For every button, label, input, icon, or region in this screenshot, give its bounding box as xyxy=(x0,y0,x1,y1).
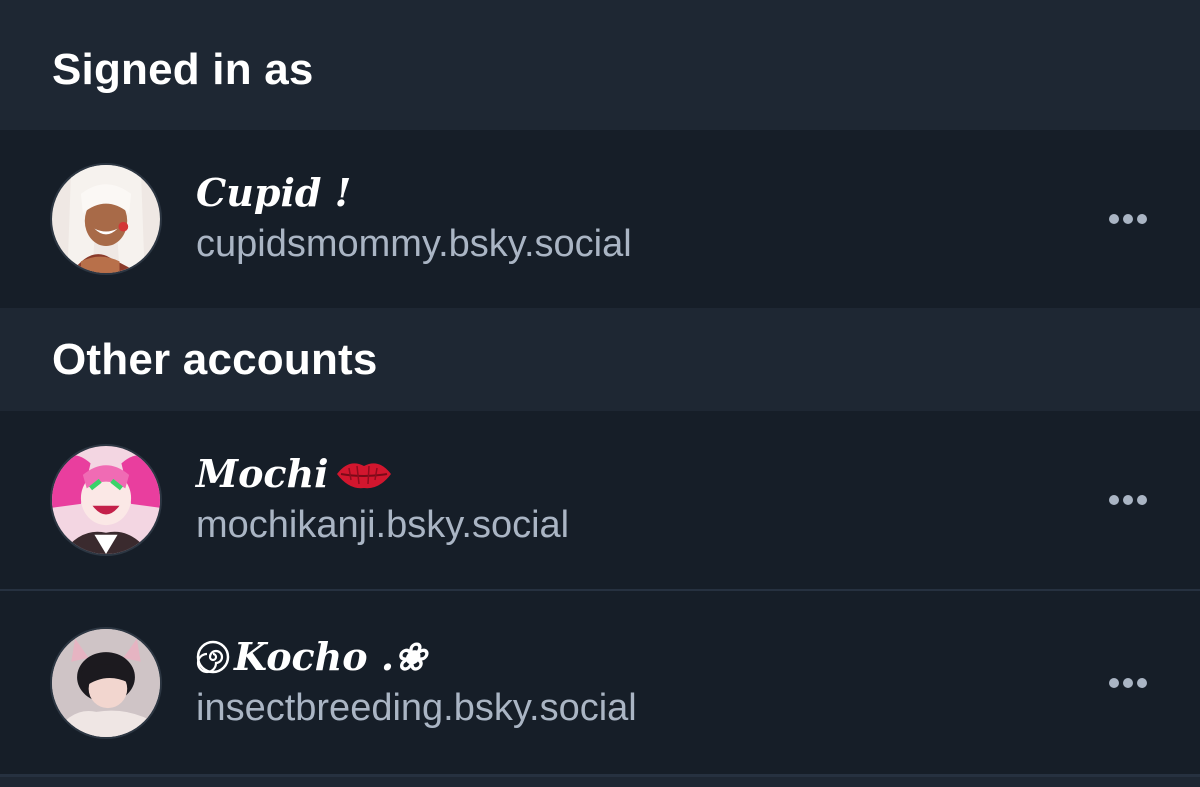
display-name: Kocho .❀ xyxy=(196,634,637,680)
more-options-button[interactable] xyxy=(1104,659,1152,707)
avatar-mochi-image xyxy=(52,446,160,554)
account-handle: cupidsmommy.bsky.social xyxy=(196,223,632,265)
avatar xyxy=(50,163,162,275)
account-row[interactable]: Kocho .❀ insectbreeding.bsky.social xyxy=(0,591,1200,777)
account-text: Kocho .❀ insectbreeding.bsky.social xyxy=(196,634,637,732)
account-handle: insectbreeding.bsky.social xyxy=(196,686,637,729)
display-name: Cupid ! xyxy=(196,170,632,216)
more-options-button[interactable] xyxy=(1104,195,1152,243)
display-name-text: Kocho .❀ xyxy=(234,633,426,679)
more-options-button[interactable] xyxy=(1104,476,1152,524)
other-accounts-title: Other accounts xyxy=(52,334,378,384)
account-switcher: Signed in as Cupid ! cupidsmommy.bsky.so… xyxy=(0,0,1200,777)
display-name-text: Mochi xyxy=(196,451,329,496)
avatar-kocho-image xyxy=(52,628,160,737)
account-text: Mochi mochikanji.bsky.social xyxy=(196,451,569,549)
signed-in-title: Signed in as xyxy=(52,45,314,94)
lips-icon xyxy=(336,463,391,489)
more-options-icon xyxy=(1109,495,1147,505)
avatar-cupid-image xyxy=(52,165,160,273)
spiral-icon xyxy=(196,640,230,673)
account-text: Cupid ! cupidsmommy.bsky.social xyxy=(196,170,632,268)
avatar xyxy=(50,626,162,739)
signed-in-header: Signed in as xyxy=(0,0,1200,130)
avatar xyxy=(50,444,162,556)
display-name-text: Cupid ! xyxy=(196,170,352,215)
current-account-row[interactable]: Cupid ! cupidsmommy.bsky.social xyxy=(0,130,1200,308)
more-options-icon xyxy=(1109,214,1147,224)
more-options-icon xyxy=(1109,677,1147,688)
account-row[interactable]: Mochi mochikanji.bsky.social xyxy=(0,411,1200,591)
display-name: Mochi xyxy=(196,451,569,497)
account-handle: mochikanji.bsky.social xyxy=(196,504,570,546)
other-accounts-header: Other accounts xyxy=(0,308,1200,411)
